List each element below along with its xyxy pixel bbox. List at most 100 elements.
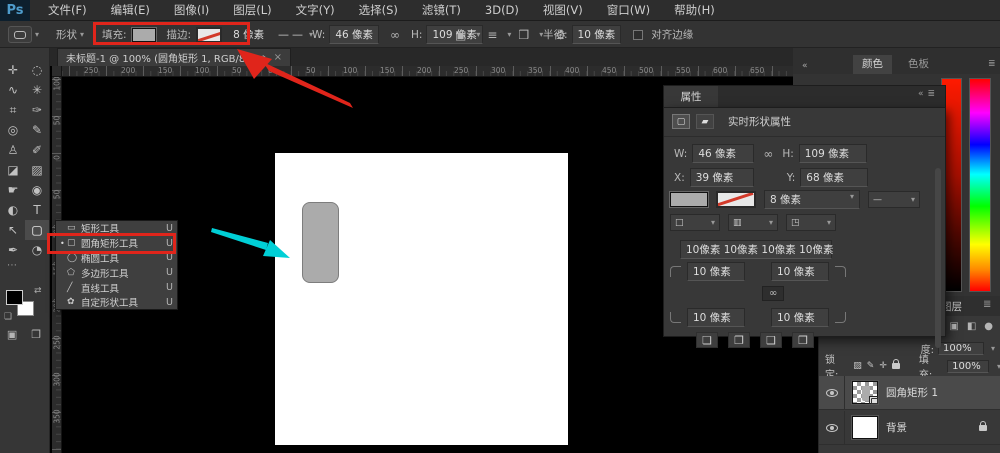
path-operations-icon[interactable]: ▣ bbox=[455, 28, 466, 42]
lock-pixels-icon[interactable]: ✎ bbox=[867, 361, 875, 371]
menu-3d[interactable]: 3D(D) bbox=[473, 0, 531, 21]
link-radii-icon[interactable]: ∞ bbox=[762, 286, 784, 301]
rotate-view-tool[interactable]: ◔ bbox=[25, 240, 49, 260]
lock-all-icon[interactable] bbox=[892, 363, 900, 369]
opacity-field[interactable]: 100% bbox=[938, 342, 984, 355]
swap-colors-icon[interactable]: ⇄ bbox=[34, 286, 42, 296]
menu-help[interactable]: 帮助(H) bbox=[662, 0, 727, 21]
mask-properties-icon[interactable]: ▰ bbox=[696, 114, 714, 129]
horizontal-ruler[interactable]: 2502001501005005010015020025030035040045… bbox=[62, 66, 793, 77]
tool-preset-caret-icon[interactable]: ▾ bbox=[35, 30, 39, 39]
brush-tool[interactable]: ✎ bbox=[25, 120, 49, 140]
path-op-icon[interactable]: ❒ bbox=[792, 332, 814, 348]
bottom-left-radius-field[interactable]: 10 像素 bbox=[687, 308, 745, 327]
path-alignment-icon[interactable]: ≡ bbox=[487, 28, 497, 42]
magic-wand-tool[interactable]: ✳ bbox=[25, 80, 49, 100]
radius-summary-field[interactable]: 10像素 10像素 10像素 10像素 bbox=[680, 240, 832, 259]
menu-window[interactable]: 窗口(W) bbox=[595, 0, 662, 21]
prop-stroke-width-field[interactable]: 8 像素▾ bbox=[764, 190, 860, 209]
visibility-toggle[interactable] bbox=[819, 376, 845, 410]
type-tool[interactable]: T bbox=[25, 200, 49, 220]
scrollbar[interactable] bbox=[935, 168, 941, 348]
rectangle-tool-item[interactable]: ▭ 矩形工具 U bbox=[56, 221, 177, 236]
link-dimensions-icon[interactable]: ∞ bbox=[390, 28, 400, 42]
path-op-icon[interactable]: ❐ bbox=[728, 332, 750, 348]
path-op-icon[interactable]: ❏ bbox=[696, 332, 718, 348]
live-shape-icon[interactable]: ▢ bbox=[672, 114, 690, 129]
shape-width-field[interactable]: 46 像素 bbox=[329, 25, 379, 44]
tab-properties[interactable]: 属性 bbox=[664, 86, 718, 108]
marquee-tool[interactable]: ◌ bbox=[25, 60, 49, 80]
menu-type[interactable]: 文字(Y) bbox=[284, 0, 347, 21]
top-right-radius-field[interactable]: 10 像素 bbox=[771, 262, 829, 281]
pen-tool[interactable]: ✒ bbox=[1, 240, 25, 260]
blur-tool[interactable]: ◉ bbox=[25, 180, 49, 200]
stroke-caps-select[interactable]: ▥▾ bbox=[728, 214, 778, 231]
rounded-rectangle-shape[interactable] bbox=[302, 202, 339, 283]
bottom-right-radius-field[interactable]: 10 像素 bbox=[771, 308, 829, 327]
menu-select[interactable]: 选择(S) bbox=[347, 0, 410, 21]
history-brush-tool[interactable]: ✐ bbox=[25, 140, 49, 160]
layer-filter-icon[interactable]: ▣ bbox=[949, 321, 958, 332]
visibility-toggle[interactable] bbox=[819, 411, 845, 445]
prop-fill-swatch[interactable] bbox=[670, 192, 708, 207]
radius-field[interactable]: 10 像素 bbox=[572, 25, 622, 44]
tab-swatches[interactable]: 色板 bbox=[899, 55, 938, 74]
menu-view[interactable]: 视图(V) bbox=[531, 0, 595, 21]
more-tools-icon[interactable]: ⋯ bbox=[0, 260, 24, 271]
fill-opacity-field[interactable]: 100% bbox=[947, 360, 989, 373]
menu-layer[interactable]: 图层(L) bbox=[221, 0, 283, 21]
prop-y-field[interactable]: 68 像素 bbox=[800, 168, 868, 187]
polygon-tool-item[interactable]: ⬠ 多边形工具 U bbox=[56, 265, 177, 280]
layers-panel-menu-icon[interactable]: ≣ bbox=[983, 299, 991, 310]
top-left-radius-field[interactable]: 10 像素 bbox=[687, 262, 745, 281]
tool-mode-select[interactable]: 形状 bbox=[56, 27, 77, 42]
eraser-tool[interactable]: ◪ bbox=[1, 160, 25, 180]
menu-edit[interactable]: 编辑(E) bbox=[99, 0, 162, 21]
foreground-color-swatch[interactable] bbox=[6, 290, 23, 305]
opacity-caret-icon[interactable]: ▾ bbox=[991, 344, 995, 353]
shape-tool[interactable]: ▢ bbox=[25, 220, 49, 240]
gradient-tool[interactable]: ▨ bbox=[25, 160, 49, 180]
layer-name[interactable]: 圆角矩形 1 bbox=[886, 385, 938, 400]
layer-row-shape[interactable]: 圆角矩形 1 bbox=[819, 376, 1000, 410]
menu-filter[interactable]: 滤镜(T) bbox=[410, 0, 473, 21]
fill-swatch[interactable] bbox=[132, 28, 156, 42]
stroke-style-preview[interactable]: — bbox=[278, 28, 288, 41]
healing-brush-tool[interactable]: ◎ bbox=[1, 120, 25, 140]
stroke-swatch[interactable] bbox=[196, 27, 222, 43]
tool-preset-icon[interactable] bbox=[8, 26, 32, 43]
dodge-tool[interactable]: ◐ bbox=[1, 200, 25, 220]
quick-mask-icon[interactable]: ▣ bbox=[7, 328, 17, 341]
path-arrangement-icon[interactable]: ❒ bbox=[518, 28, 529, 42]
eyedropper-tool[interactable]: ✑ bbox=[25, 100, 49, 120]
hue-spectrum-bar[interactable] bbox=[969, 78, 991, 292]
properties-menu-icon[interactable]: ≣ bbox=[927, 89, 939, 99]
document-tab[interactable]: 未标题-1 @ 100% (圆角矩形 1, RGB/8#) * × bbox=[57, 48, 291, 66]
layer-thumbnail[interactable] bbox=[852, 416, 878, 439]
tool-mode-caret-icon[interactable]: ▾ bbox=[80, 30, 84, 39]
crop-tool[interactable]: ⌗ bbox=[1, 100, 25, 120]
layer-thumbnail[interactable] bbox=[852, 381, 878, 404]
prop-width-field[interactable]: 46 像素 bbox=[692, 144, 754, 163]
rounded-rectangle-tool-item[interactable]: • ▢ 圆角矩形工具 U bbox=[56, 236, 177, 251]
prop-x-field[interactable]: 39 像素 bbox=[690, 168, 754, 187]
custom-shape-tool-item[interactable]: ✿ 自定形状工具 U bbox=[56, 295, 177, 310]
lasso-tool[interactable]: ∿ bbox=[1, 80, 25, 100]
layer-name[interactable]: 背景 bbox=[886, 420, 979, 435]
move-tool[interactable]: ✛ bbox=[1, 60, 25, 80]
tab-color[interactable]: 颜色 bbox=[853, 55, 892, 74]
stroke-width-caret-icon[interactable]: ▾ bbox=[259, 30, 263, 39]
layer-filter-icon[interactable]: ◧ bbox=[967, 321, 976, 332]
stroke-align-select[interactable]: □▾ bbox=[670, 214, 720, 231]
smudge-tool[interactable]: ☛ bbox=[1, 180, 25, 200]
default-colors-icon[interactable]: ❏ bbox=[4, 312, 12, 322]
prop-height-field[interactable]: 109 像素 bbox=[799, 144, 867, 163]
stroke-style-select[interactable]: —▾ bbox=[868, 191, 920, 208]
screen-mode-icon[interactable]: ❐ bbox=[31, 328, 41, 341]
document-canvas[interactable] bbox=[275, 153, 568, 445]
close-tab-icon[interactable]: × bbox=[274, 52, 282, 63]
ellipse-tool-item[interactable]: ◯ 椭圆工具 U bbox=[56, 251, 177, 266]
menu-file[interactable]: 文件(F) bbox=[36, 0, 99, 21]
path-selection-tool[interactable]: ↖ bbox=[1, 220, 25, 240]
